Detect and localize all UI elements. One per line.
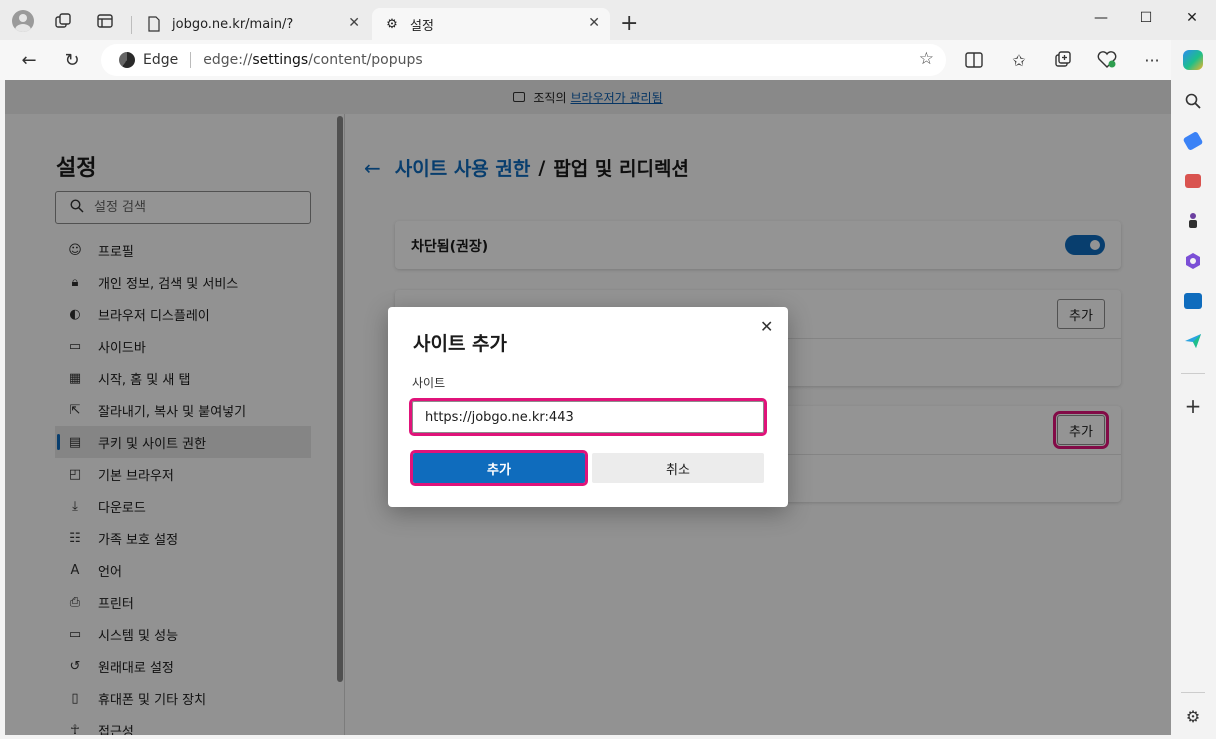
tab-title: 설정 [410,18,434,34]
profile-avatar-button[interactable] [10,8,36,34]
title-bar: jobgo.ne.kr/main/? ✕ ⚙ 설정 ✕ + — ☐ ✕ [0,0,1216,40]
close-window-button[interactable]: ✕ [1169,4,1215,32]
send-icon[interactable] [1182,330,1204,352]
add-app-icon[interactable]: + [1182,394,1204,418]
gear-icon: ⚙ [386,16,398,32]
refresh-button[interactable]: ↻ [58,46,86,74]
minimize-button[interactable]: — [1078,4,1124,32]
shopping-tag-icon[interactable] [1182,130,1204,152]
site-input[interactable] [409,398,767,436]
address-bar[interactable]: Edge edge://settings/content/popups ☆ [101,44,946,76]
microsoft365-icon[interactable] [1182,250,1204,272]
collections-icon[interactable] [1051,48,1075,72]
avatar [12,10,34,32]
tab-actions-icon[interactable] [92,8,118,34]
sidebar-settings-gear-icon[interactable]: ⚙ [1182,705,1204,727]
scheme-label: Edge [143,52,179,68]
split-screen-icon[interactable] [962,48,986,72]
new-tab-button[interactable]: + [620,11,638,36]
favorites-icon[interactable]: ✩ [1007,48,1031,72]
edge-sidebar: + ⚙ [1171,40,1216,739]
edge-logo-icon [119,52,135,68]
search-icon[interactable] [1182,90,1204,112]
tab-jobgo[interactable]: jobgo.ne.kr/main/? ✕ [134,8,370,40]
sidebar-separator [1181,373,1205,374]
sidebar-separator [1181,692,1205,693]
tab-settings[interactable]: ⚙ 설정 ✕ [372,8,610,40]
close-tab-icon[interactable]: ✕ [348,15,360,31]
close-icon[interactable]: ✕ [760,317,773,336]
tab-title: jobgo.ne.kr/main/? [172,16,294,32]
workspaces-icon[interactable] [50,8,76,34]
dialog-add-button[interactable]: 추가 [410,450,588,486]
dialog-cancel-button[interactable]: 취소 [592,453,764,483]
dialog-title: 사이트 추가 [413,333,508,355]
favorite-star-icon[interactable]: ☆ [919,49,934,69]
close-tab-icon[interactable]: ✕ [588,15,600,31]
url-text: edge://settings/content/popups [203,52,423,68]
back-button[interactable]: ← [15,46,43,74]
page-icon [146,16,162,32]
site-field-label: 사이트 [412,376,446,390]
maximize-button[interactable]: ☐ [1123,4,1169,32]
more-options-icon[interactable]: ··· [1140,48,1164,72]
games-chess-icon[interactable] [1182,210,1204,232]
copilot-icon[interactable] [1182,49,1204,71]
tab-separator [131,16,132,34]
tools-briefcase-icon[interactable] [1182,170,1204,192]
outlook-icon[interactable] [1182,290,1204,312]
address-separator [190,52,192,68]
browser-essentials-icon[interactable] [1095,48,1119,72]
add-site-dialog: 사이트 추가 ✕ 사이트 추가 취소 [388,307,788,507]
